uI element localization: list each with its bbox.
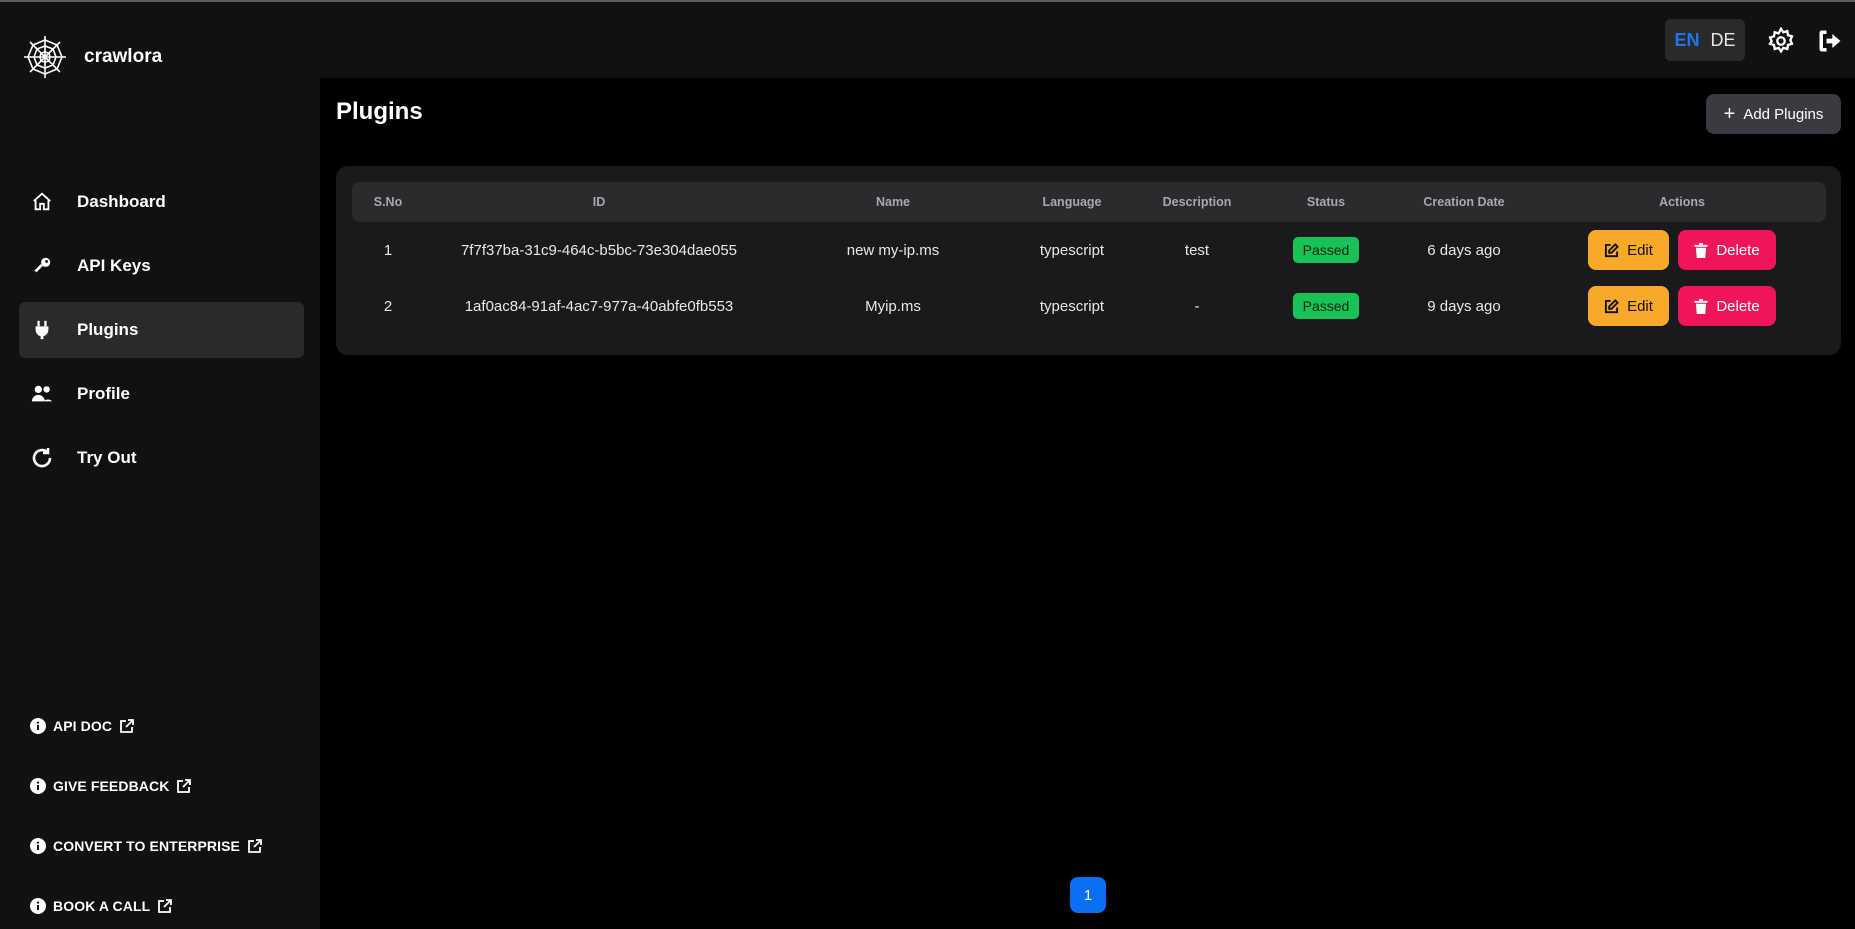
cell-id: 7f7f37ba-31c9-464c-b5bc-73e304dae055 [460,241,738,259]
language-switcher: EN DE [1665,19,1745,61]
cell-language: typescript [1039,241,1105,259]
info-icon [30,838,46,854]
column-header-id: ID [592,195,606,209]
spider-web-logo-icon [24,36,66,78]
delete-button[interactable]: Delete [1678,286,1776,326]
sidebar: crawlora Dashboard API Keys Plugins Prof… [0,2,320,929]
sidebar-item-label: Dashboard [77,192,166,211]
sidebar-nav: Dashboard API Keys Plugins Profile Try O… [19,174,304,494]
cell-actions: Edit Delete [1538,278,1826,334]
link-label: BOOK A CALL [53,898,151,914]
status-badge: Passed [1292,293,1360,319]
table-row: 1 7f7f37ba-31c9-464c-b5bc-73e304dae055 n… [352,222,1826,278]
key-icon [29,253,55,279]
table-header-row: S.No ID Name Language Description Status… [352,182,1826,222]
app-name: crawlora [84,46,163,67]
sidebar-item-profile[interactable]: Profile [19,366,304,422]
column-header-name: Name [875,195,911,209]
status-badge: Passed [1292,237,1360,263]
column-header-sno: S.No [373,195,403,209]
cell-description: test [1184,241,1210,259]
cell-creation-date: 6 days ago [1427,241,1501,259]
brand[interactable]: crawlora [22,34,162,80]
sidebar-item-label: Try Out [77,448,137,467]
sidebar-links: API DOC GIVE FEEDBACK CONVERT TO ENTERPR… [30,696,263,929]
cell-creation-date: 9 days ago [1427,297,1501,315]
link-label: GIVE FEEDBACK [53,778,170,794]
pagination-page-1[interactable]: 1 [1070,877,1106,913]
delete-button[interactable]: Delete [1678,230,1776,270]
link-label: CONVERT TO ENTERPRISE [53,838,240,854]
edit-label: Edit [1627,297,1653,315]
refresh-icon [29,445,55,471]
cell-id: 1af0ac84-91af-4ac7-977a-40abfe0fb553 [464,297,734,315]
plug-icon [29,317,55,343]
external-link-icon [177,779,192,793]
delete-label: Delete [1716,297,1760,315]
link-label: API DOC [53,718,113,734]
external-link-icon [120,719,134,733]
lang-de-option[interactable]: DE [1710,30,1735,51]
cell-actions: Edit Delete [1538,222,1826,278]
sidebar-item-label: API Keys [77,256,151,275]
info-icon [30,778,46,794]
column-header-language: Language [1042,195,1102,209]
plus-icon: + [1723,103,1736,125]
column-header-status: Status [1306,195,1346,209]
sidebar-item-try-out[interactable]: Try Out [19,430,304,486]
add-plugins-label: Add Plugins [1743,105,1824,123]
home-icon [29,189,55,215]
top-bar [320,2,1855,78]
column-header-description: Description [1162,195,1232,209]
edit-button[interactable]: Edit [1588,230,1669,270]
sidebar-item-dashboard[interactable]: Dashboard [19,174,304,230]
users-icon [29,381,55,407]
edit-icon [1605,298,1619,313]
sidebar-item-label: Profile [77,384,130,403]
cell-language: typescript [1039,297,1105,315]
book-a-call-link[interactable]: BOOK A CALL [30,876,263,929]
edit-icon [1605,242,1619,257]
lang-en-option[interactable]: EN [1674,30,1699,51]
api-doc-link[interactable]: API DOC [30,696,263,756]
plugins-table-card: S.No ID Name Language Description Status… [336,166,1841,355]
sidebar-item-api-keys[interactable]: API Keys [19,238,304,294]
sidebar-item-label: Plugins [77,320,139,339]
column-header-actions: Actions [1659,195,1705,209]
logout-icon[interactable] [1816,27,1844,55]
trash-icon [1694,298,1708,314]
cell-status: Passed [1262,278,1390,334]
gear-icon[interactable] [1767,27,1795,55]
trash-icon [1694,242,1708,258]
info-icon [30,898,46,914]
page-title: Plugins [336,98,423,125]
add-plugins-button[interactable]: + Add Plugins [1706,94,1841,134]
delete-label: Delete [1716,241,1760,259]
convert-to-enterprise-link[interactable]: CONVERT TO ENTERPRISE [30,816,263,876]
info-icon [30,718,46,734]
table-row: 2 1af0ac84-91af-4ac7-977a-40abfe0fb553 M… [352,278,1826,334]
cell-description: - [1194,297,1200,315]
cell-status: Passed [1262,222,1390,278]
external-link-icon [248,839,262,853]
cell-name: Myip.ms [865,297,921,315]
edit-label: Edit [1627,241,1653,259]
edit-button[interactable]: Edit [1588,286,1669,326]
plugins-table: S.No ID Name Language Description Status… [352,182,1826,334]
external-link-icon [158,899,173,913]
sidebar-item-plugins[interactable]: Plugins [19,302,304,358]
cell-sno: 1 [383,241,393,259]
cell-name: new my-ip.ms [846,241,940,259]
cell-sno: 2 [383,297,393,315]
give-feedback-link[interactable]: GIVE FEEDBACK [30,756,263,816]
column-header-creation-date: Creation Date [1423,195,1505,209]
